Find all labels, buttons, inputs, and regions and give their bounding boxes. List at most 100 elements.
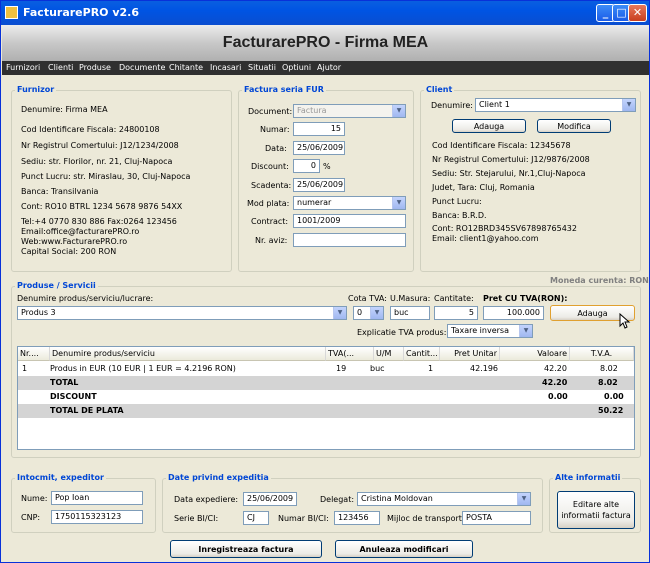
menu-documente[interactable]: Documente [119,63,165,72]
furnizor-banca: Banca: Transilvania [21,187,99,196]
client-group [420,90,641,272]
alte-title: Alte informatii [553,473,623,482]
cota-tva-select[interactable]: 0 ▼ [353,306,384,320]
client-email: Email: client1@yahoo.com [432,234,539,243]
menu-clienti[interactable]: Clienti [48,63,73,72]
col-tva-val[interactable]: T.V.A. [570,347,634,361]
scadenta-input[interactable]: 25/06/2009 [293,178,345,192]
data-input[interactable]: 25/06/2009 [293,141,345,155]
col-nr[interactable]: Nr.... [18,347,50,361]
numar-label: Numar: [260,125,290,134]
menu-incasari[interactable]: Incasari [210,63,241,72]
mijloc-label: Mijloc de transport: [387,514,465,523]
mijloc-input[interactable]: POSTA [462,511,531,525]
mouse-cursor-icon [619,313,631,329]
pret-input[interactable]: 100.000 [483,306,544,320]
data-label: Data: [265,144,287,153]
delegat-select[interactable]: Cristina Moldovan ▼ [357,492,531,506]
numar-input[interactable]: 15 [293,122,345,136]
client-edit-button[interactable]: Modifica [537,119,611,133]
scadenta-label: Scadenta: [251,181,292,190]
pret-label: Pret CU TVA(RON): [483,294,568,303]
cell-valoare: 42.20 [544,364,567,373]
chevron-down-icon: ▼ [392,105,405,117]
numar-bi-input[interactable]: 123456 [334,511,380,525]
menu-optiuni[interactable]: Optiuni [282,63,311,72]
discount-row-label: DISCOUNT [50,392,97,401]
banner: FacturarePRO - Firma MEA [2,25,649,61]
mod-plata-select[interactable]: numerar ▼ [293,196,406,210]
furnizor-sediu: Sediu: str. Florilor, nr. 21, Cluj-Napoc… [21,157,173,166]
delegat-label: Delegat: [320,495,355,504]
client-sediu: Sediu: Str. Stejarului, Nr.1,Cluj-Napoca [432,169,586,178]
contract-input[interactable]: 1001/2009 [293,214,406,228]
total-valoare: 42.20 [542,378,568,387]
table-row-discount: DISCOUNT 0.00 0.00 [18,390,634,404]
close-button[interactable]: ✕ [628,4,647,22]
menu-produse[interactable]: Produse [79,63,111,72]
um-input[interactable]: buc [390,306,430,320]
cell-um: buc [370,364,385,373]
produse-title: Produse / Servicii [15,281,98,290]
menu-chitante[interactable]: Chitante [169,63,203,72]
total-label: TOTAL [50,378,79,387]
discount-valoare: 0.00 [548,392,568,401]
total-tva: 8.02 [598,378,618,387]
serie-input[interactable]: CJ [243,511,269,525]
chevron-down-icon: ▼ [622,99,635,111]
table-row-total: TOTAL 42.20 8.02 [18,376,634,390]
client-add-button[interactable]: Adauga [452,119,526,133]
furnizor-denumire: Denumire: Firma MEA [21,105,108,114]
menu-furnizori[interactable]: Furnizori [6,63,40,72]
client-cif: Cod Identificare Fiscala: 12345678 [432,141,571,150]
total-plata-tva: 50.22 [598,406,624,415]
cantitate-input[interactable]: 5 [434,306,478,320]
discount-unit: % [323,162,331,171]
document-select[interactable]: Factura ▼ [293,104,406,118]
cantitate-label: Cantitate: [434,294,474,303]
app-window: FacturarePRO v2.6 _ □ ✕ FacturarePRO - F… [0,0,650,563]
nume-input[interactable]: Pop Ioan [51,491,143,505]
alte-informatii-button[interactable]: Editare alte informatii factura [557,491,635,529]
col-um[interactable]: U/M [374,347,404,361]
explicatie-tva-label: Explicatie TVA produs: [357,328,447,337]
client-title: Client [424,85,455,94]
col-tva[interactable]: TVA(... [326,347,374,361]
col-valoare[interactable]: Valoare [500,347,570,361]
client-select[interactable]: Client 1 ▼ [475,98,636,112]
chevron-down-icon: ▼ [392,197,405,209]
menu-ajutor[interactable]: Ajutor [317,63,341,72]
chevron-down-icon: ▼ [333,307,346,319]
cnp-input[interactable]: 1750115323123 [51,510,143,524]
col-pret[interactable]: Pret Unitar [440,347,500,361]
nr-aviz-input[interactable] [293,233,406,247]
nr-aviz-label: Nr. aviz: [255,236,288,245]
produs-denumire-label: Denumire produs/serviciu/lucrare: [17,294,154,303]
explicatie-tva-select[interactable]: Taxare inversa ▼ [447,324,533,338]
cnp-label: CNP: [21,513,41,522]
produs-select[interactable]: Produs 3 ▼ [17,306,347,320]
title-bar: FacturarePRO v2.6 _ □ ✕ [1,1,649,25]
numar-bi-label: Numar BI/CI: [278,514,329,523]
discount-input[interactable]: 0 [293,159,320,173]
furnizor-capital: Capital Social: 200 RON [21,247,117,256]
cancel-changes-button[interactable]: Anuleaza modificari [335,540,473,558]
chevron-down-icon: ▼ [519,325,532,337]
um-label: U.Masura: [390,294,431,303]
moneda-curenta: Moneda curenta: RON [550,276,649,285]
menu-situatii[interactable]: Situatii [248,63,276,72]
cota-tva-label: Cota TVA: [348,294,387,303]
table-row[interactable]: 1 Produs in EUR (10 EUR | 1 EUR = 4.2196… [18,362,634,376]
mod-plata-label: Mod plata: [247,199,290,208]
col-denumire[interactable]: Denumire produs/serviciu [50,347,326,361]
data-expediere-input[interactable]: 25/06/2009 [243,492,297,506]
cell-pret: 42.196 [470,364,498,373]
cell-tva-val: 8.02 [600,364,618,373]
client-banca: Banca: B.R.D. [432,211,487,220]
app-icon [5,6,18,19]
col-cantitate[interactable]: Cantit... [404,347,440,361]
chevron-down-icon: ▼ [370,307,383,319]
client-reg: Nr Registrul Comertului: J12/9876/2008 [432,155,590,164]
banner-title: FacturarePRO - Firma MEA [222,34,429,51]
save-invoice-button[interactable]: Inregistreaza factura [170,540,322,558]
